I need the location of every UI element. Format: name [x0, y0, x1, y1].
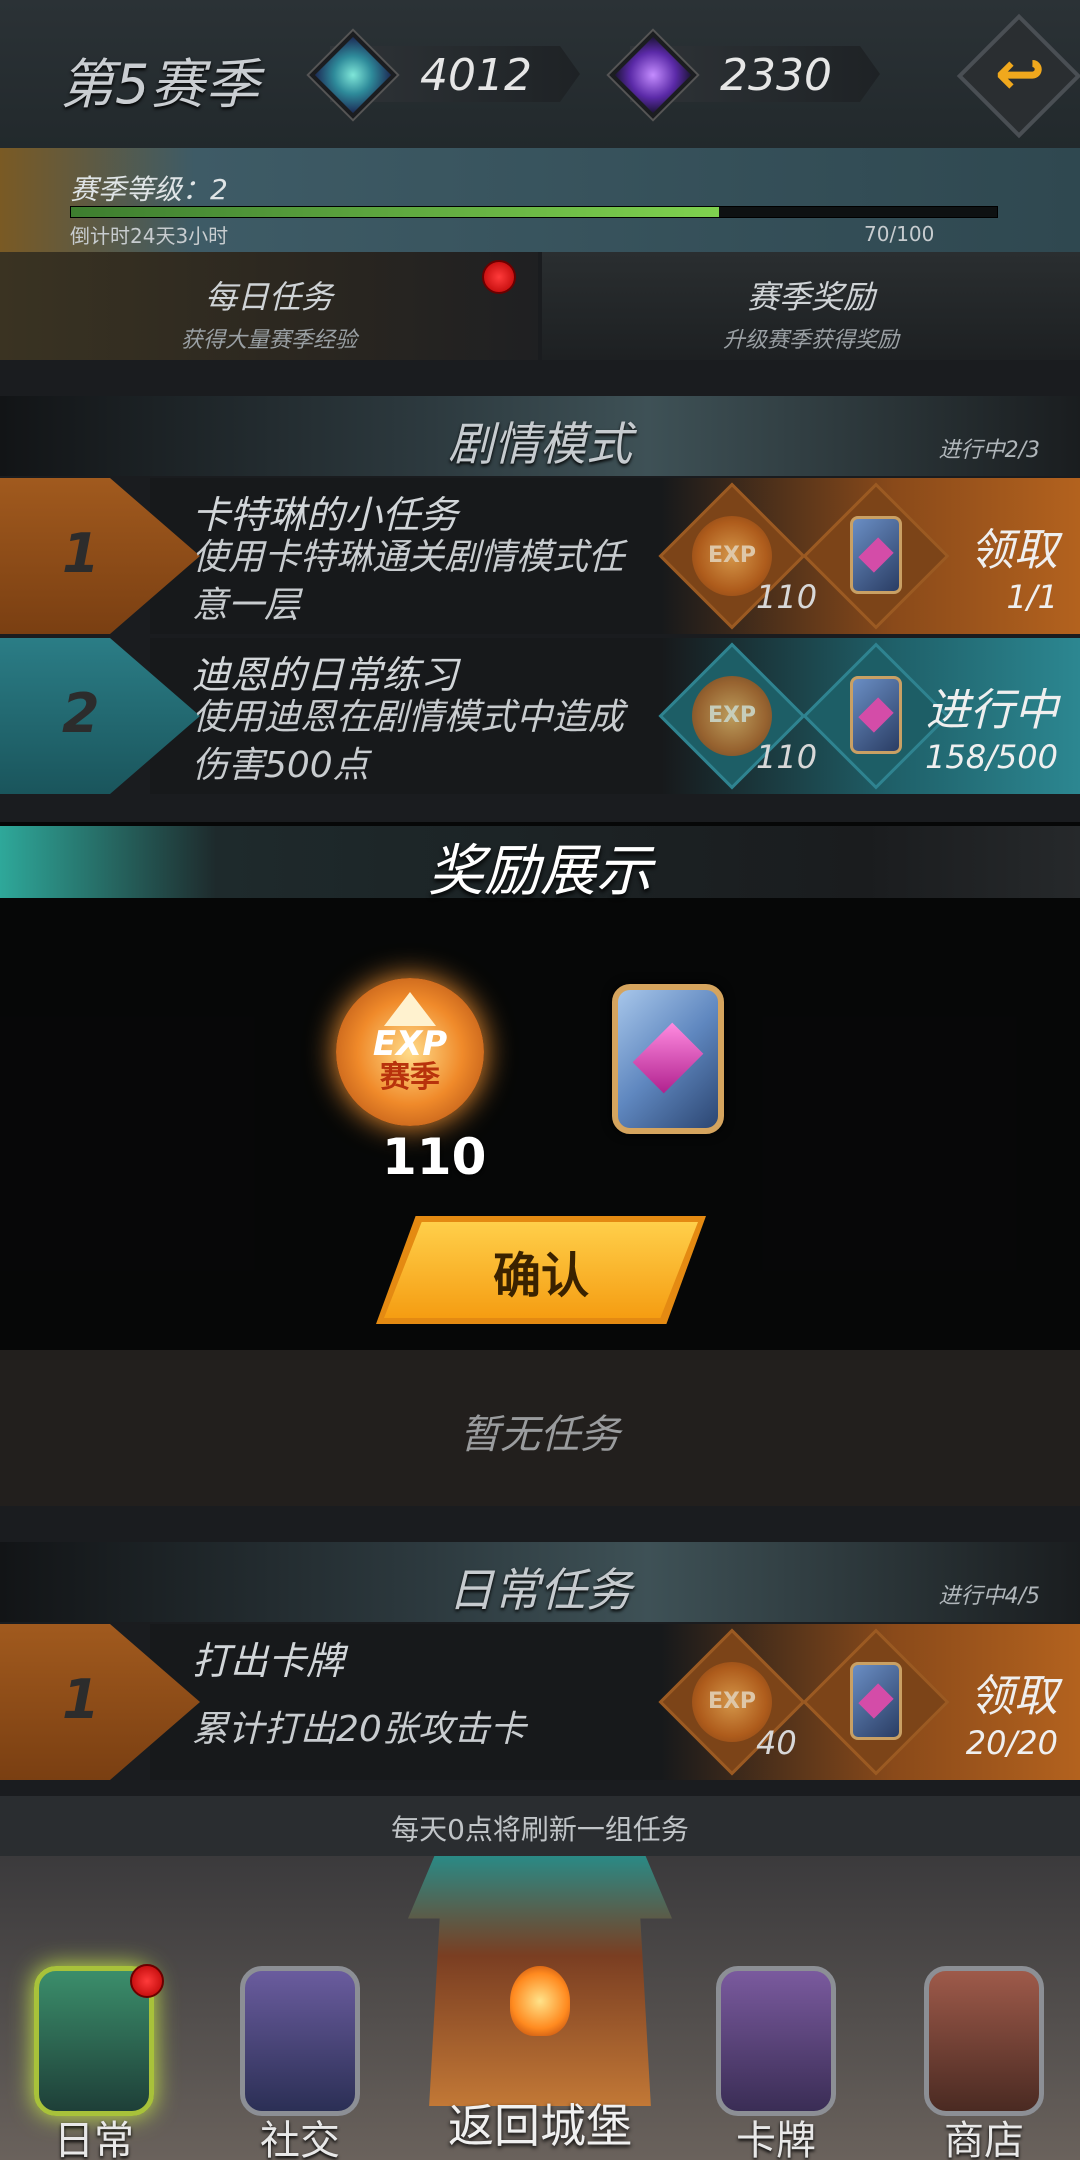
season-title: 第5赛季 — [60, 53, 261, 116]
task-description: 累计打出20张攻击卡 — [192, 1709, 526, 1750]
task-ratio: 1/1 — [1006, 578, 1059, 616]
task-description: 使用卡特琳通关剧情模式任意一层 — [192, 537, 625, 626]
story-section-header: 剧情模式 进行中2/3 — [0, 396, 1080, 476]
nav-daily-label[interactable]: 日常 — [14, 2108, 174, 2160]
reward-exp-amount: 40 — [756, 1724, 797, 1762]
social-people-icon[interactable] — [240, 1966, 360, 2116]
card-reward-icon — [612, 984, 724, 1134]
card-reward-icon — [850, 676, 902, 754]
season-progress-fill — [71, 207, 720, 217]
tab-rewards-title: 赛季奖励 — [746, 278, 875, 316]
notification-badge — [482, 260, 516, 294]
task-number: 1 — [62, 1668, 100, 1731]
shop-stall-icon[interactable] — [924, 1966, 1044, 2116]
reward-modal-title: 奖励展示 — [428, 839, 652, 904]
task-ratio: 158/500 — [925, 738, 1058, 776]
tab-season-rewards[interactable]: 赛季奖励 升级赛季获得奖励 — [542, 252, 1080, 360]
task-description: 使用迪恩在剧情模式中造成伤害500点 — [192, 697, 625, 786]
task-name: 迪恩的日常练习 — [192, 653, 459, 697]
nav-social-label[interactable]: 社交 — [220, 2108, 380, 2160]
task-number: 1 — [62, 522, 100, 585]
story-section-title: 剧情模式 — [448, 417, 632, 471]
task-number: 2 — [62, 682, 100, 745]
claim-button[interactable]: 领取 — [970, 1660, 1058, 1724]
card-reward-icon — [850, 516, 902, 594]
season-progress-text: 70/100 — [864, 222, 935, 246]
empty-task-text: 暂无任务 — [460, 1412, 620, 1458]
tab-daily-tasks[interactable]: 每日任务 获得大量赛季经验 — [0, 252, 538, 360]
reward-exp-amount: 110 — [382, 1128, 487, 1186]
reward-exp-amount: 110 — [756, 578, 818, 616]
return-arrow-icon[interactable]: ↩ — [990, 44, 1050, 104]
story-section-progress: 进行中2/3 — [938, 438, 1040, 463]
task-row[interactable]: 1 打出卡牌 累计打出20张攻击卡 EXP 40 领取 20/20 — [0, 1624, 1080, 1780]
task-name: 打出卡牌 — [192, 1639, 345, 1683]
task-row[interactable]: 1 卡特琳的小任务 使用卡特琳通关剧情模式任意一层 EXP 110 领取 1/1 — [0, 478, 1080, 634]
exp-season-label: 赛季 — [380, 1060, 440, 1095]
confirm-button-label[interactable]: 确认 — [384, 1236, 698, 1306]
exp-arrow-icon — [384, 992, 436, 1026]
nav-cards-label[interactable]: 卡牌 — [696, 2108, 856, 2160]
nav-shop-label[interactable]: 商店 — [904, 2108, 1064, 2160]
claim-button[interactable]: 领取 — [970, 514, 1058, 578]
daily-section-progress: 进行中4/5 — [938, 1584, 1040, 1609]
cards-deck-icon[interactable] — [716, 1966, 836, 2116]
season-exp-reward-icon: EXP 赛季 — [336, 978, 484, 1126]
currency-crystal-value: 4012 — [420, 50, 532, 101]
tab-daily-subtitle: 获得大量赛季经验 — [180, 328, 357, 353]
tab-rewards-subtitle: 升级赛季获得奖励 — [722, 328, 899, 353]
season-level-label: 赛季等级：2 — [70, 173, 228, 206]
daily-section-title: 日常任务 — [448, 1563, 632, 1617]
task-ratio: 20/20 — [965, 1724, 1058, 1762]
card-reward-icon — [850, 1662, 902, 1740]
reward-exp-amount: 110 — [756, 738, 818, 776]
fireplace-icon — [510, 1966, 570, 2036]
daily-section-header: 日常任务 进行中4/5 — [0, 1542, 1080, 1622]
task-status: 进行中 — [926, 685, 1058, 736]
refresh-note: 每天0点将刷新一组任务 — [391, 1813, 689, 1846]
season-countdown: 倒计时24天3小时 — [70, 224, 229, 248]
exp-label: EXP — [372, 1024, 448, 1064]
notification-badge — [130, 1964, 164, 1998]
nav-return-castle-label[interactable]: 返回城堡 — [390, 2090, 690, 2156]
tab-daily-title: 每日任务 — [204, 278, 333, 316]
task-row[interactable]: 2 迪恩的日常练习 使用迪恩在剧情模式中造成伤害500点 EXP 110 进行中… — [0, 638, 1080, 794]
task-name: 卡特琳的小任务 — [192, 493, 459, 537]
currency-gem-value: 2330 — [720, 50, 832, 101]
